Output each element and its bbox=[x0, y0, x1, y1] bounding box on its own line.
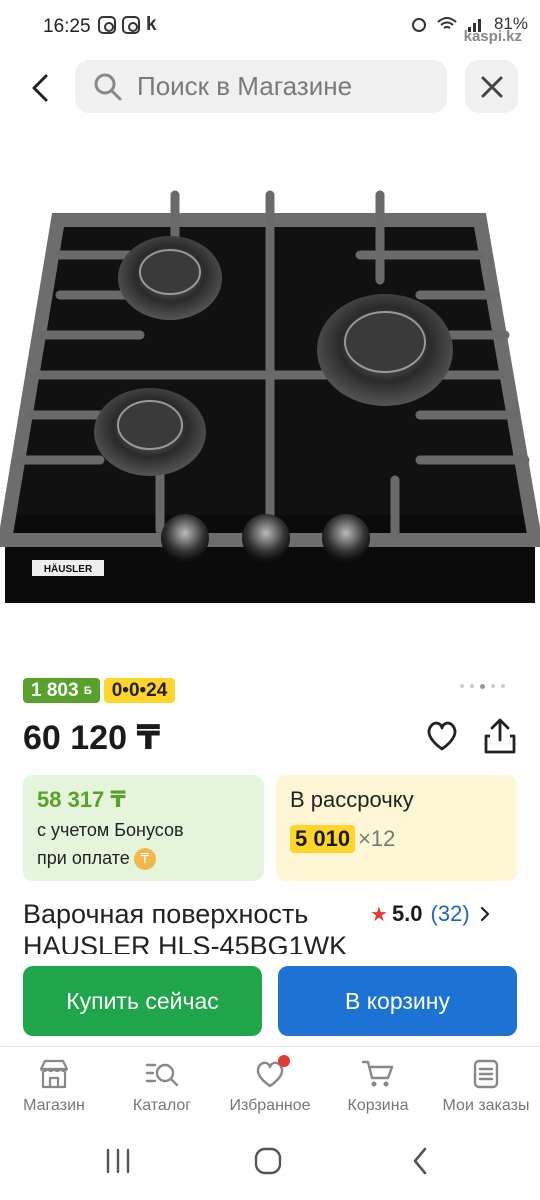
heart-icon bbox=[427, 721, 457, 751]
nav-item-orders[interactable]: Мои заказы bbox=[432, 1047, 540, 1126]
installment-title: В рассрочку bbox=[290, 787, 414, 812]
nav-label: Каталог bbox=[132, 1097, 192, 1114]
home-icon bbox=[254, 1147, 282, 1175]
store-icon bbox=[39, 1059, 69, 1089]
chevron-right-icon bbox=[480, 906, 489, 922]
buy-now-button[interactable]: Купить сейчас bbox=[23, 966, 262, 1036]
nav-item-cart[interactable]: Корзина bbox=[324, 1047, 432, 1126]
instagram-icon bbox=[122, 16, 140, 34]
wifi-icon bbox=[437, 17, 457, 29]
kaspi-gold-coin-icon: ₸ bbox=[133, 848, 156, 871]
star-icon: ★ bbox=[370, 903, 388, 926]
nav-label: Мои заказы bbox=[442, 1097, 530, 1114]
instagram-icon bbox=[98, 16, 116, 34]
system-back-button[interactable] bbox=[402, 1144, 438, 1178]
gas-hob-image: HÄUSLER bbox=[0, 190, 540, 603]
catalog-search-icon bbox=[145, 1063, 179, 1087]
watermark: kaspi.kz bbox=[463, 28, 522, 45]
search-icon bbox=[94, 73, 122, 100]
nav-item-store[interactable]: Магазин bbox=[0, 1047, 108, 1126]
close-button[interactable] bbox=[465, 60, 518, 113]
installment-amount: 5 010 bbox=[290, 825, 356, 853]
bonus-line-1: с учетом Бонусов bbox=[37, 820, 184, 840]
bottom-nav: Магазин Каталог Избранное Корзина Мои за… bbox=[0, 1046, 540, 1126]
close-icon bbox=[481, 76, 502, 97]
favorite-button[interactable] bbox=[424, 718, 460, 754]
nav-label: Корзина bbox=[347, 1097, 409, 1114]
share-icon bbox=[484, 718, 516, 754]
home-button[interactable] bbox=[250, 1144, 286, 1178]
system-nav-bar bbox=[0, 1130, 540, 1200]
kaspi-notification-icon: k bbox=[146, 14, 157, 35]
nav-label: Избранное bbox=[229, 1097, 311, 1114]
brand-label: HÄUSLER bbox=[44, 562, 93, 575]
nav-label: Магазин bbox=[23, 1097, 85, 1114]
search-bar[interactable] bbox=[75, 60, 447, 113]
installment-months: ×12 bbox=[358, 826, 396, 851]
orders-icon bbox=[473, 1059, 499, 1089]
review-count: (32) bbox=[430, 901, 470, 926]
header bbox=[0, 60, 540, 116]
status-time: 16:25 bbox=[43, 16, 91, 37]
add-to-cart-button[interactable]: В корзину bbox=[278, 966, 517, 1036]
image-pager-dots bbox=[460, 684, 505, 689]
nav-item-favorites[interactable]: Избранное bbox=[216, 1047, 324, 1126]
bonus-badge: 1 803 Б bbox=[23, 678, 100, 703]
search-input[interactable] bbox=[137, 71, 437, 102]
product-title: Варочная поверхность HAUSLER HLS-45BG1WK bbox=[23, 899, 348, 954]
bonus-price-card[interactable]: 58 317 ₸ с учетом Бонусов при оплате ₸ bbox=[23, 775, 264, 881]
notification-dot bbox=[278, 1055, 290, 1067]
recent-apps-button[interactable] bbox=[100, 1144, 136, 1178]
status-bar: 16:25 k 81% kaspi.kz bbox=[0, 0, 540, 56]
installment-card[interactable]: В рассрочку 5 010 ×12 bbox=[276, 775, 517, 881]
alarm-icon bbox=[411, 18, 426, 32]
product-price: 60 120 ₸ bbox=[23, 719, 161, 757]
cart-icon bbox=[361, 1060, 394, 1087]
installment-badge: 0•0•24 bbox=[103, 678, 176, 703]
back-arrow-icon bbox=[32, 74, 48, 102]
badges: 1 803 Б 0•0•24 bbox=[23, 678, 176, 703]
rating-value: 5.0 bbox=[391, 901, 423, 926]
bonus-price: 58 317 ₸ bbox=[37, 787, 126, 812]
product-rating[interactable]: ★ 5.0 (32) bbox=[370, 901, 490, 927]
nav-item-catalog[interactable]: Каталог bbox=[108, 1047, 216, 1126]
share-button[interactable] bbox=[482, 716, 518, 756]
recent-apps-icon bbox=[106, 1148, 130, 1174]
back-arrow-icon bbox=[413, 1147, 427, 1175]
product-image[interactable]: HÄUSLER bbox=[0, 160, 540, 640]
bonus-line-2: при оплате ₸ bbox=[37, 848, 250, 871]
back-button[interactable] bbox=[20, 68, 60, 108]
